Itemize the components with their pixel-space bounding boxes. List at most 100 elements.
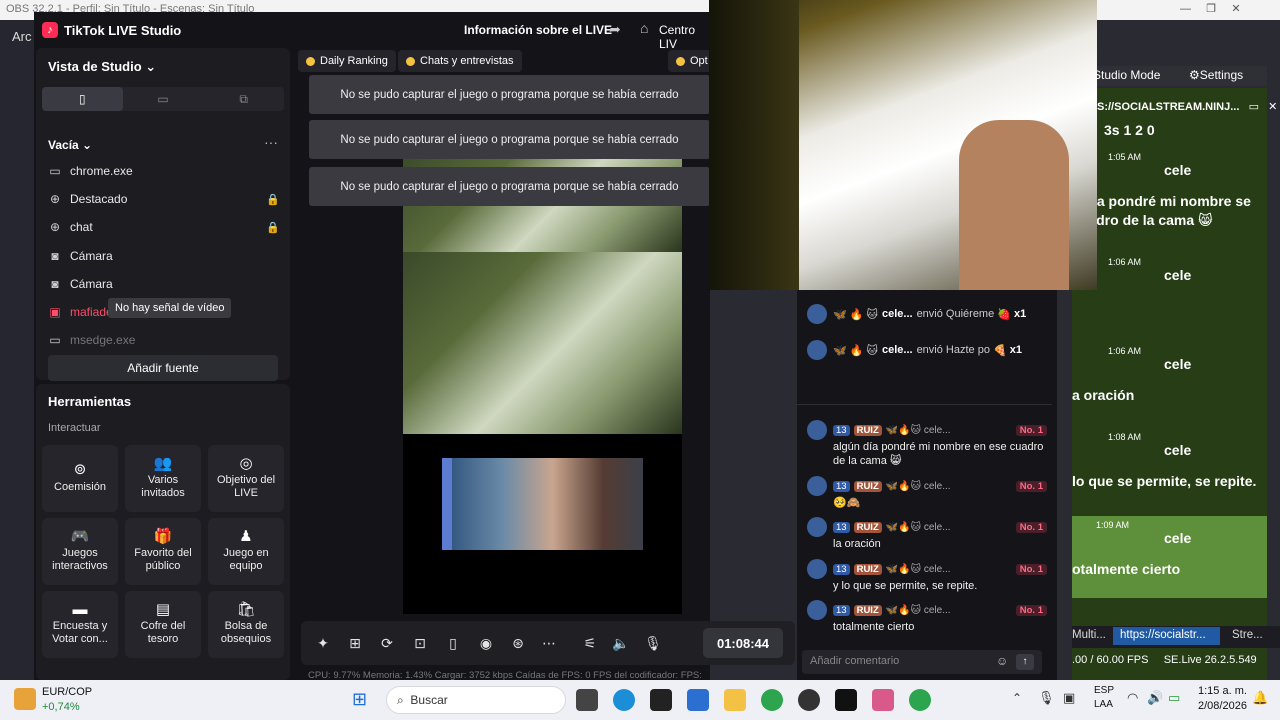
avatar [807,476,827,496]
tool-coemision[interactable]: ⊚ Coemisión [42,445,118,512]
landscape-layout-button[interactable]: ▭ [123,87,204,111]
app-icon: ▭ [49,164,61,178]
source-item[interactable]: ⊕ Destacado 🔒 [48,188,280,210]
dock-tab-multi[interactable]: Multi... [1072,629,1106,641]
obs-icon[interactable] [798,689,820,711]
app-icon[interactable] [650,689,672,711]
browser-url-text: S://SOCIALSTREAM.NINJ... [1097,101,1240,113]
tool-label: Favorito del público [134,547,192,572]
microphone-icon[interactable]: 🎙 [643,633,663,653]
chrome-icon[interactable] [909,689,931,711]
source-label: chat [70,220,93,234]
tool-objetivo[interactable]: ◎ Objetivo del LIVE [208,445,284,512]
tiktok-icon[interactable] [835,689,857,711]
language-label[interactable]: ESP [1094,685,1114,696]
dock-tab-stream[interactable]: Stre... [1232,629,1263,641]
chat-meta: 13 RUIZ 🦋🔥🐱 cele... No. 1 [807,559,1047,579]
sliders-icon[interactable]: ⚟ [580,633,600,653]
tab-chats[interactable]: Chats y entrevistas [398,50,522,72]
record-icon[interactable]: ◉ [476,633,496,653]
tool-favorito[interactable]: 🎁 Favorito del público [125,518,201,585]
chest-icon: ▤ [155,600,171,618]
stocks-widget-icon[interactable] [14,688,36,710]
tool-juegos[interactable]: 🎮 Juegos interactivos [42,518,118,585]
add-source-button[interactable]: Añadir fuente [48,355,278,381]
phone-icon[interactable]: ▯ [443,633,463,653]
lock-icon[interactable]: 🔒 [266,221,280,234]
source-item[interactable]: ▭ chrome.exe [48,160,280,182]
live-center-button[interactable]: Centro LIV [659,23,710,51]
ss-time: 1:05 AM [1108,152,1142,162]
obs-status-bar: .00 / 60.00 FPS SE.Live 26.2.5.549 [1072,654,1257,666]
taskbar-search[interactable]: ⌕ Buscar [386,686,566,714]
source-item[interactable]: ◙ Cámara [48,273,280,295]
more-icon[interactable]: ··· [264,134,278,150]
taskview-icon[interactable] [576,689,598,711]
settings-button[interactable]: ⚙Settings [1189,68,1243,82]
home-icon[interactable]: ⌂ [640,20,648,36]
ss-time: 1:06 AM [1108,346,1142,356]
live-info-button[interactable]: Información sobre el LIVE [464,23,612,37]
tray-app-icon[interactable]: ▣ [1063,690,1075,706]
windows-start-icon[interactable]: ⊞ [352,689,372,709]
battery-icon[interactable]: ▭ [1168,690,1180,706]
sources-panel: Vista de Studio ⌄ ▯ ▭ ⧉ Vacía ⌄ ··· ▭ chr… [36,48,290,381]
share-icon[interactable]: ➦ [609,21,621,38]
studio-mode-button[interactable]: Studio Mode [1093,68,1160,82]
obs-menu-item[interactable]: Arc [12,29,32,44]
keyboard-layout-label[interactable]: LAA [1094,699,1113,710]
screen-icon[interactable]: ⊡ [410,633,430,653]
source-item[interactable]: ▭ msedge.exe [48,329,280,351]
clock-time[interactable]: 1:15 a. m. [1198,685,1247,697]
chrome-icon[interactable] [761,689,783,711]
clock-date[interactable]: 2/08/2026 [1198,700,1247,712]
wifi-icon[interactable]: ◠ [1127,690,1138,706]
window-controls[interactable]: — ❐ ✕ [1180,2,1241,15]
tray-chevron-icon[interactable]: ⌃ [1012,691,1022,705]
source-item[interactable]: ⊕ chat 🔒 [48,216,280,238]
tool-encuesta[interactable]: ▬ Encuesta y Votar con... [42,591,118,658]
replay-icon[interactable]: ⊛ [508,633,528,653]
studio-view-dropdown[interactable]: Vista de Studio ⌄ [48,59,156,75]
tool-cofre[interactable]: ▤ Cofre del tesoro [125,591,201,658]
caption-icon[interactable]: ⊞ [345,633,365,653]
fan-badge: RUIZ [853,563,882,575]
tool-varios-invitados[interactable]: 👥 Varios invitados [125,445,201,512]
ss-user: cele [1164,442,1192,458]
chat-meta: 13 RUIZ 🦋🔥🐱 cele... No. 1 [807,600,1047,620]
store-icon[interactable] [687,689,709,711]
obs-scrollbar[interactable] [1267,88,1280,680]
emoji-icon[interactable]: ☺ [996,654,1008,668]
ai-icon[interactable]: ⟳ [377,633,397,653]
volume-icon[interactable]: 🔊 [1147,690,1163,706]
gift-action: envió Hazte po [916,344,990,356]
tool-label: Cofre del tesoro [140,620,186,645]
tab-daily-ranking[interactable]: Daily Ranking [298,50,396,72]
users-icon: 👥 [153,454,173,472]
portrait-layout-button[interactable]: ▯ [42,87,123,111]
tool-equipo[interactable]: ♟ Juego en equipo [208,518,284,585]
app-icon[interactable] [872,689,894,711]
send-button[interactable]: ↑ [1016,654,1034,670]
effects-icon[interactable]: ✦ [313,633,333,653]
tool-bolsa[interactable]: 🛍 Bolsa de obsequios [208,591,284,658]
more-icon[interactable]: ⋯ [539,633,559,653]
ss-text: n día pondré mi nombre se cuadro de la c… [1072,193,1251,228]
lock-icon[interactable]: 🔒 [266,193,280,206]
rank-badge: No. 1 [1015,521,1047,533]
link-icon: ⊚ [73,461,87,478]
live-preview[interactable] [403,152,682,614]
edge-icon[interactable] [613,689,635,711]
microphone-icon[interactable]: 🎙 [1038,690,1055,706]
source-item[interactable]: ◙ Cámara [48,245,280,267]
dual-layout-button[interactable]: ⧉ [203,87,284,111]
folder-icon[interactable] [724,689,746,711]
dock-tab-url[interactable]: https://socialstr... [1113,627,1220,645]
camera-overlay-window[interactable] [709,0,1097,290]
speaker-icon[interactable]: 🔈 [611,633,631,653]
ss-entry: 1:05 AM cele n día pondré mi nombre se c… [1072,152,1267,230]
no-signal-tooltip: No hay señal de vídeo [108,298,232,318]
scene-dropdown[interactable]: Vacía ⌄ [48,138,92,152]
search-label: Buscar [410,693,448,707]
notification-icon[interactable]: 🔔 [1252,690,1268,706]
